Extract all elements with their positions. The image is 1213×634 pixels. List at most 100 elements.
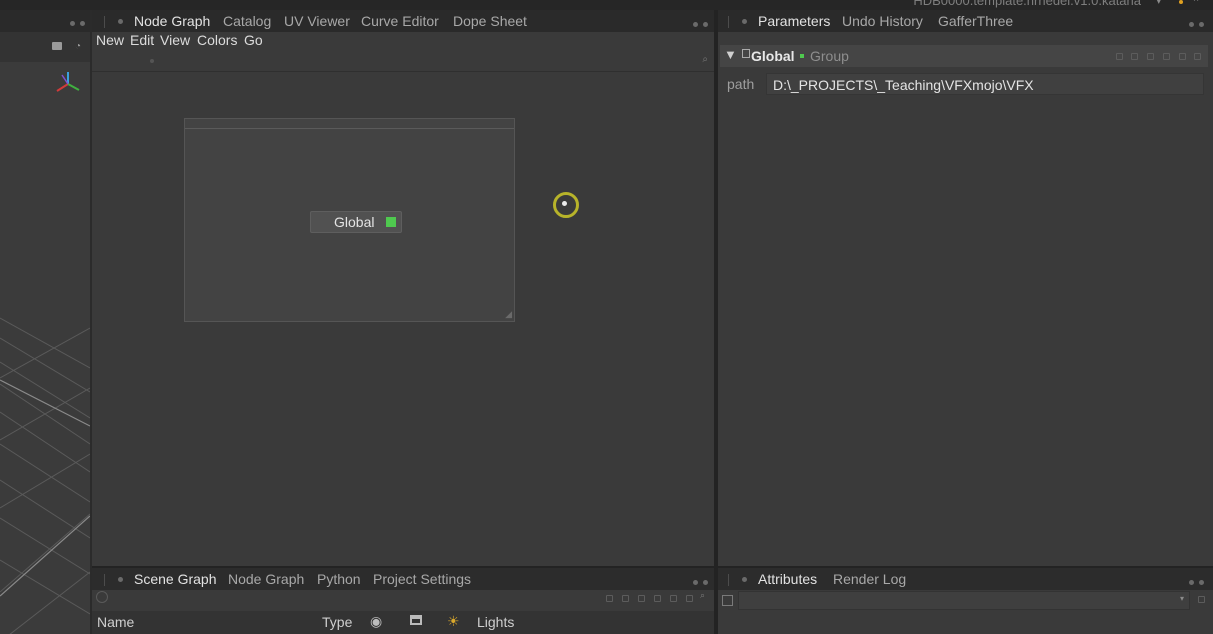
panel-option-dot[interactable] bbox=[703, 580, 708, 585]
tab-parameters[interactable]: Parameters bbox=[758, 13, 830, 29]
scene-graph-tab-bar: Scene Graph Node Graph Python Project Se… bbox=[92, 568, 714, 590]
window-title: HDB0000.template.nrnedel.v1.0.katana bbox=[913, 0, 1141, 8]
resize-handle-icon[interactable]: ◢ bbox=[505, 309, 512, 320]
toolbar-option-icon[interactable] bbox=[606, 595, 613, 602]
header-option-icon[interactable] bbox=[1179, 53, 1186, 60]
tab-project-settings[interactable]: Project Settings bbox=[373, 571, 471, 587]
node-graph-tab-bar: Node Graph Catalog UV Viewer Curve Edito… bbox=[92, 10, 714, 32]
cursor-pointer-icon bbox=[562, 201, 567, 206]
collapse-arrow-icon[interactable]: ▼ bbox=[724, 47, 737, 62]
backdrop-header bbox=[185, 119, 514, 129]
panel-option-dot[interactable] bbox=[1189, 580, 1194, 585]
path-parameter-row: path D:\_PROJECTS\_Teaching\VFXmojo\VFX bbox=[720, 73, 1208, 95]
tab-bullet bbox=[742, 577, 747, 582]
attributes-lock-checkbox[interactable] bbox=[722, 595, 733, 606]
column-lights[interactable]: Lights bbox=[477, 614, 514, 630]
tab-uv-viewer[interactable]: UV Viewer bbox=[284, 13, 350, 29]
search-icon[interactable]: ⌕ bbox=[700, 590, 705, 601]
path-label: path bbox=[727, 76, 755, 92]
search-icon[interactable]: ⌕ bbox=[702, 54, 708, 65]
tab-node-graph-secondary[interactable]: Node Graph bbox=[228, 571, 304, 587]
breadcrumb-marker-icon bbox=[150, 59, 154, 63]
dropdown-arrow-icon[interactable]: ▾ bbox=[1156, 0, 1161, 7]
scene-graph-panel: Scene Graph Node Graph Python Project Se… bbox=[92, 568, 714, 634]
tab-attributes[interactable]: Attributes bbox=[758, 571, 817, 587]
node-graph-breadcrumb-bar: ⌕ bbox=[92, 53, 714, 72]
comment-icon[interactable] bbox=[52, 42, 62, 50]
panel-option-dot[interactable] bbox=[80, 21, 85, 26]
panel-option-dot[interactable] bbox=[703, 22, 708, 27]
scene-graph-column-header: Name Type ◉ ☀ Lights bbox=[92, 611, 714, 634]
mouse-cursor-ring bbox=[553, 192, 579, 218]
toolbar-option-icon[interactable] bbox=[654, 595, 661, 602]
toolbar-option-icon[interactable] bbox=[622, 595, 629, 602]
header-option-icon[interactable] bbox=[1194, 53, 1201, 60]
status-light-icon bbox=[1179, 0, 1183, 4]
header-option-icon[interactable] bbox=[1147, 53, 1154, 60]
column-name[interactable]: Name bbox=[97, 614, 134, 630]
toolbar-option-icon[interactable] bbox=[670, 595, 677, 602]
panel-option-dot[interactable] bbox=[1189, 22, 1194, 27]
panel-option-dot[interactable] bbox=[693, 22, 698, 27]
path-field[interactable]: D:\_PROJECTS\_Teaching\VFXmojo\VFX bbox=[766, 73, 1204, 95]
viewer-toolbar: ◔ bbox=[0, 32, 90, 62]
panel-option-dot[interactable] bbox=[1199, 580, 1204, 585]
attributes-location-field[interactable] bbox=[738, 591, 1190, 610]
refresh-icon[interactable] bbox=[96, 591, 108, 603]
tab-bullet bbox=[742, 19, 747, 24]
global-node[interactable]: Global bbox=[310, 211, 402, 233]
header-option-icon[interactable] bbox=[1116, 53, 1123, 60]
tab-python[interactable]: Python bbox=[317, 571, 361, 587]
column-type[interactable]: Type bbox=[322, 614, 352, 630]
attributes-panel: Attributes Render Log ▾ bbox=[718, 568, 1213, 634]
panel-option-dot[interactable] bbox=[693, 580, 698, 585]
node-flag-icon[interactable] bbox=[742, 49, 750, 58]
node-type: Group bbox=[810, 48, 849, 64]
toolbar-option-icon[interactable] bbox=[686, 595, 693, 602]
menu-edit[interactable]: Edit bbox=[130, 32, 154, 48]
tab-node-graph[interactable]: Node Graph bbox=[134, 13, 210, 29]
scene-graph-toolbar: ⌕ bbox=[92, 590, 714, 608]
toolbar-option-icon[interactable] bbox=[638, 595, 645, 602]
tab-scene-graph[interactable]: Scene Graph bbox=[134, 571, 217, 587]
tab-separator bbox=[104, 574, 105, 586]
node-name[interactable]: Global bbox=[751, 48, 795, 64]
tab-separator bbox=[728, 16, 729, 28]
node-edit-indicator bbox=[800, 54, 804, 58]
viewer-visibility-icon[interactable]: ◉ bbox=[370, 613, 382, 630]
menu-view[interactable]: View bbox=[160, 32, 190, 48]
panel-option-dot[interactable] bbox=[70, 21, 75, 26]
tab-dope-sheet[interactable]: Dope Sheet bbox=[453, 13, 527, 29]
panel-option-dot[interactable] bbox=[1199, 22, 1204, 27]
viewport-grid bbox=[0, 317, 90, 634]
parameters-panel: Parameters Undo History GafferThree ▼ Gl… bbox=[718, 10, 1213, 566]
node-graph-canvas[interactable]: ◢ Global bbox=[92, 72, 714, 566]
attributes-tab-bar: Attributes Render Log bbox=[718, 568, 1213, 590]
viewer-panel[interactable]: ◔ bbox=[0, 10, 90, 634]
tab-render-log[interactable]: Render Log bbox=[833, 571, 906, 587]
dropdown-arrow-icon[interactable]: ▾ bbox=[1180, 594, 1184, 603]
header-option-icon[interactable] bbox=[1131, 53, 1138, 60]
tab-catalog[interactable]: Catalog bbox=[223, 13, 271, 29]
menu-colors[interactable]: Colors bbox=[197, 32, 237, 48]
tab-bullet bbox=[118, 19, 123, 24]
close-window-icon[interactable]: × bbox=[1193, 0, 1199, 5]
parameters-node-header: ▼ Global Group bbox=[720, 45, 1208, 67]
camera-icon[interactable]: ◔ bbox=[75, 41, 81, 52]
tab-separator bbox=[728, 574, 729, 586]
viewer-tab-bar bbox=[0, 10, 90, 32]
lights-icon[interactable]: ☀ bbox=[447, 613, 460, 630]
attributes-option-icon[interactable] bbox=[1198, 596, 1205, 603]
axis-gizmo-icon bbox=[56, 72, 80, 92]
menu-new[interactable]: New bbox=[96, 32, 124, 48]
tab-undo-history[interactable]: Undo History bbox=[842, 13, 923, 29]
node-graph-panel: Node Graph Catalog UV Viewer Curve Edito… bbox=[92, 10, 714, 566]
tab-bullet bbox=[118, 577, 123, 582]
tab-gaffer-three[interactable]: GafferThree bbox=[938, 13, 1013, 29]
parameters-tab-bar: Parameters Undo History GafferThree bbox=[718, 10, 1213, 32]
tab-curve-editor[interactable]: Curve Editor bbox=[361, 13, 439, 29]
render-clapper-icon[interactable] bbox=[410, 615, 422, 625]
menu-go[interactable]: Go bbox=[244, 32, 263, 48]
header-option-icon[interactable] bbox=[1163, 53, 1170, 60]
node-label: Global bbox=[334, 214, 375, 230]
